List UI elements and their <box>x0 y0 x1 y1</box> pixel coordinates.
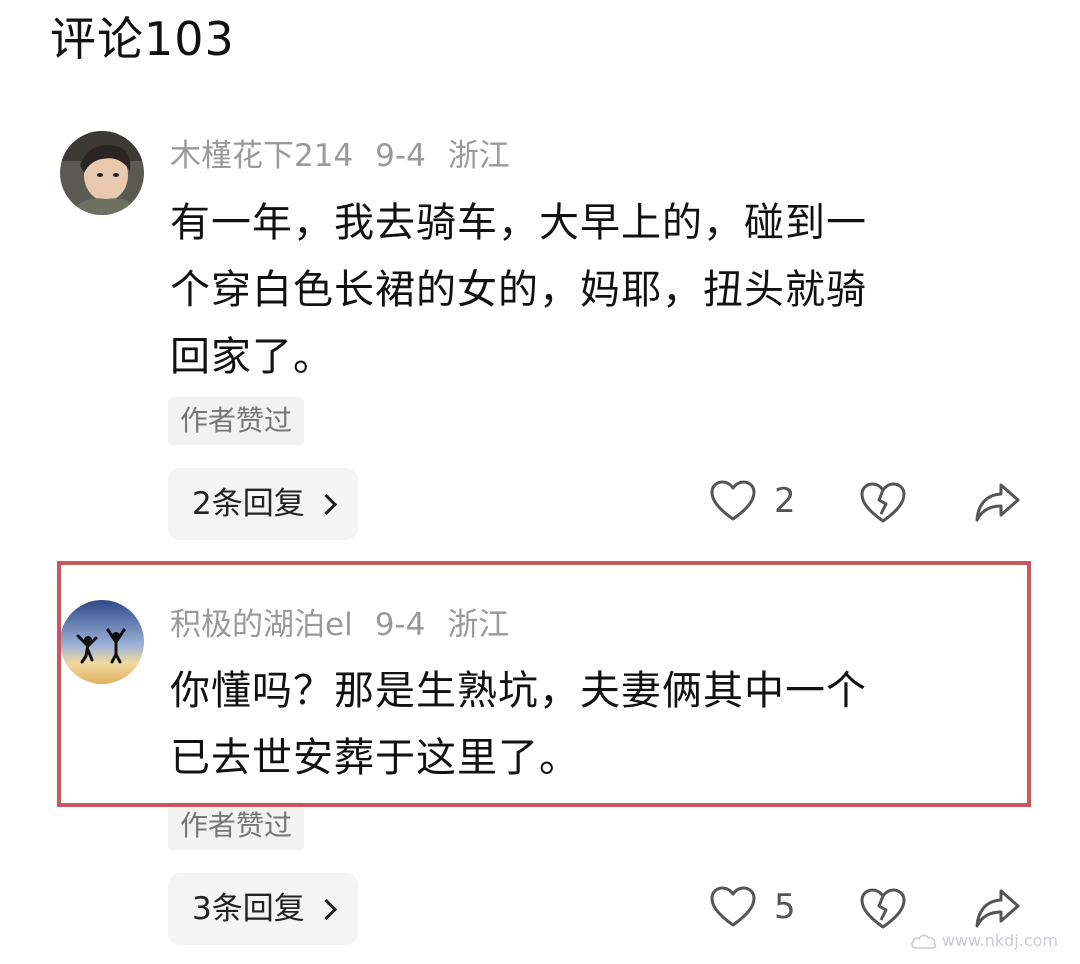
comment-text: 有一年，我去骑车，大早上的，碰到一 个穿白色长裙的女的，妈耶，扭头就骑 回家了。 <box>170 190 1000 391</box>
page-title: 评论103 <box>50 12 235 66</box>
view-replies-button[interactable]: 3条回复 <box>168 873 358 945</box>
like-button[interactable]: 2 <box>710 480 796 522</box>
heart-icon <box>710 480 756 521</box>
avatar[interactable] <box>60 131 144 215</box>
broken-heart-icon <box>860 482 906 523</box>
comment-meta: 木槿花下214 9-4 浙江 <box>170 134 532 178</box>
replies-label: 3条回复 <box>192 891 305 927</box>
dislike-button[interactable] <box>860 482 906 524</box>
dislike-button[interactable] <box>860 888 906 930</box>
share-button[interactable] <box>974 482 1020 524</box>
chevron-right-icon <box>315 493 337 515</box>
share-icon <box>975 483 1020 522</box>
author-liked-badge: 作者赞过 <box>168 802 305 850</box>
comment-date: 9-4 <box>375 138 426 174</box>
cloud-logo-icon <box>911 934 937 949</box>
heart-icon <box>710 886 756 927</box>
username[interactable]: 木槿花下214 <box>170 138 353 174</box>
like-count: 5 <box>774 887 796 927</box>
share-button[interactable] <box>974 888 1020 930</box>
like-count: 2 <box>774 481 796 521</box>
view-replies-button[interactable]: 2条回复 <box>168 468 358 540</box>
author-liked-badge: 作者赞过 <box>168 397 305 445</box>
share-icon <box>975 889 1020 928</box>
watermark-text: www.nkdj.com <box>941 931 1058 950</box>
broken-heart-icon <box>860 888 906 929</box>
like-button[interactable]: 5 <box>710 886 796 928</box>
replies-label: 2条回复 <box>192 486 305 522</box>
comment-line: 个穿白色长裙的女的，妈耶，扭头就骑 <box>170 267 867 313</box>
watermark: www.nkdj.com <box>910 931 1058 950</box>
chevron-right-icon <box>315 898 337 920</box>
comments-page: 评论103 木槿花下214 9-4 浙江 有一年，我去骑车，大早上的，碰到一 个穿白… <box>0 0 1080 964</box>
comment-line: 有一年，我去骑车，大早上的，碰到一 <box>170 200 867 246</box>
comment-location: 浙江 <box>447 138 510 174</box>
comment-line: 回家了。 <box>170 334 334 380</box>
highlight-box <box>57 561 1031 807</box>
